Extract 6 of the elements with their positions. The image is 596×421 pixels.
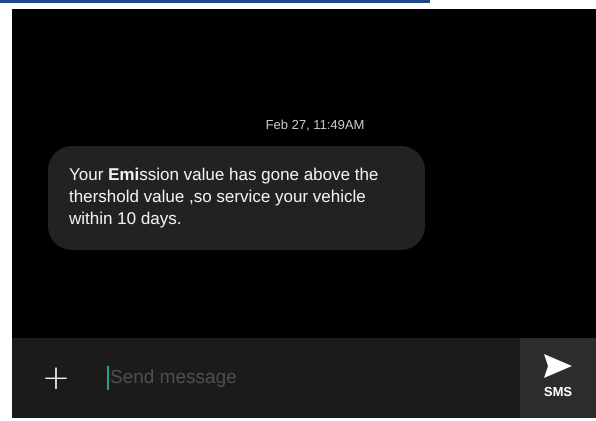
send-icon xyxy=(544,354,572,378)
text-cursor xyxy=(107,366,109,390)
message-timestamp: Feb 27, 11:49AM xyxy=(266,117,364,132)
send-button[interactable]: SMS xyxy=(520,338,596,418)
message-bubble: Your Emission value has gone above the thershold value ,so service your vehicle within 10 days. xyxy=(48,146,425,250)
attach-button[interactable]: + xyxy=(12,338,82,418)
